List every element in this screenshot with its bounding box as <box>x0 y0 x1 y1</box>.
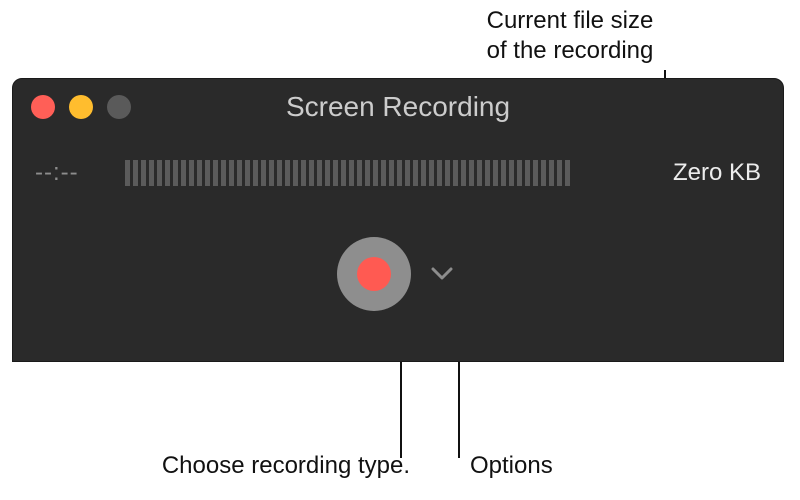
record-button[interactable] <box>337 237 411 311</box>
level-segment <box>429 160 434 186</box>
level-segment <box>317 160 322 186</box>
callout-record-leader <box>400 362 402 458</box>
chevron-down-icon <box>431 267 453 281</box>
level-segment <box>357 160 362 186</box>
level-segment <box>477 160 482 186</box>
level-segment <box>125 160 130 186</box>
level-segment <box>277 160 282 186</box>
callout-record: Choose recording type. <box>90 452 410 480</box>
level-segment <box>565 160 570 186</box>
level-segment <box>413 160 418 186</box>
status-row: --:-- Zero KB <box>13 135 783 187</box>
level-segment <box>373 160 378 186</box>
level-segment <box>405 160 410 186</box>
level-segment <box>133 160 138 186</box>
level-segment <box>197 160 202 186</box>
level-segment <box>333 160 338 186</box>
level-segment <box>149 160 154 186</box>
level-segment <box>533 160 538 186</box>
level-segment <box>253 160 258 186</box>
level-segment <box>525 160 530 186</box>
level-segment <box>381 160 386 186</box>
level-segment <box>141 160 146 186</box>
level-segment <box>213 160 218 186</box>
level-segment <box>541 160 546 186</box>
audio-level-meter <box>125 160 653 186</box>
zoom-icon <box>107 95 131 119</box>
level-segment <box>285 160 290 186</box>
screen-recording-window: Screen Recording --:-- Zero KB <box>12 78 784 362</box>
level-segment <box>549 160 554 186</box>
level-segment <box>365 160 370 186</box>
level-segment <box>189 160 194 186</box>
level-segment <box>173 160 178 186</box>
level-segment <box>205 160 210 186</box>
level-segment <box>461 160 466 186</box>
callout-options-leader <box>458 362 460 458</box>
level-segment <box>349 160 354 186</box>
level-segment <box>229 160 234 186</box>
callout-filesize: Current file size of the recording <box>440 6 700 66</box>
level-segment <box>309 160 314 186</box>
level-segment <box>221 160 226 186</box>
close-icon[interactable] <box>31 95 55 119</box>
recording-timer: --:-- <box>35 159 105 187</box>
level-segment <box>509 160 514 186</box>
level-segment <box>493 160 498 186</box>
level-segment <box>469 160 474 186</box>
level-segment <box>445 160 450 186</box>
level-segment <box>389 160 394 186</box>
titlebar: Screen Recording <box>13 79 783 135</box>
level-segment <box>557 160 562 186</box>
callout-filesize-line2: of the recording <box>440 36 700 66</box>
level-segment <box>501 160 506 186</box>
file-size-readout: Zero KB <box>673 159 761 187</box>
level-segment <box>397 160 402 186</box>
callout-filesize-line1: Current file size <box>440 6 700 36</box>
level-segment <box>245 160 250 186</box>
level-segment <box>421 160 426 186</box>
level-segment <box>237 160 242 186</box>
level-segment <box>485 160 490 186</box>
level-segment <box>453 160 458 186</box>
level-segment <box>437 160 442 186</box>
level-segment <box>181 160 186 186</box>
level-segment <box>165 160 170 186</box>
level-segment <box>261 160 266 186</box>
level-segment <box>325 160 330 186</box>
level-segment <box>301 160 306 186</box>
record-icon <box>357 257 391 291</box>
callout-options: Options <box>470 452 553 480</box>
window-controls <box>31 95 131 119</box>
controls-row <box>13 237 783 311</box>
minimize-icon[interactable] <box>69 95 93 119</box>
level-segment <box>269 160 274 186</box>
level-segment <box>293 160 298 186</box>
level-segment <box>157 160 162 186</box>
level-segment <box>517 160 522 186</box>
options-dropdown-button[interactable] <box>425 261 459 287</box>
level-segment <box>341 160 346 186</box>
